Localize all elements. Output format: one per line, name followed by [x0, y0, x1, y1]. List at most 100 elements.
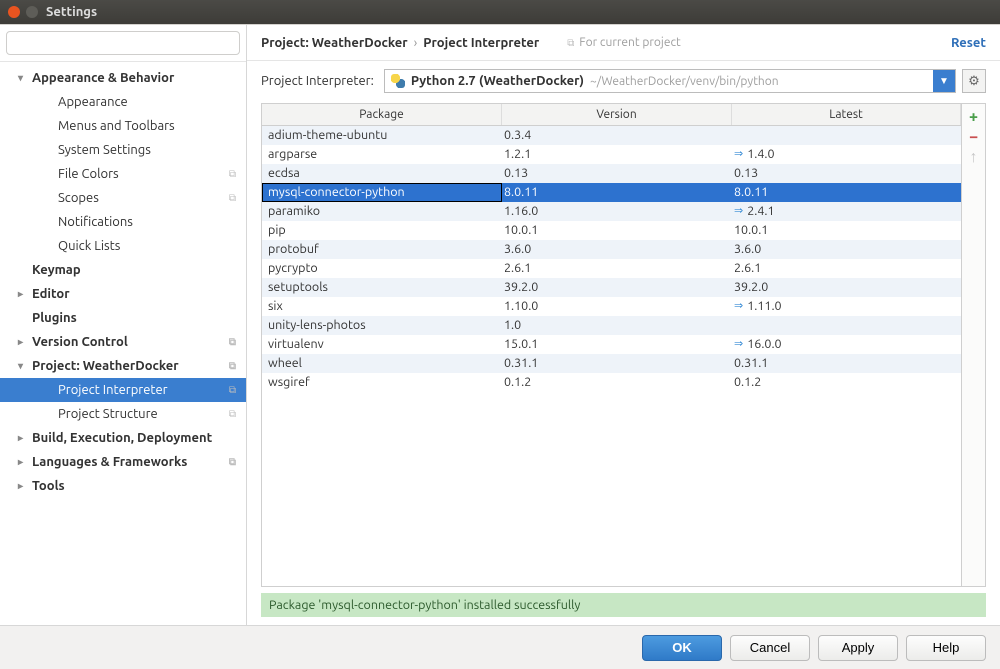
table-row[interactable]: pip10.0.110.0.1 — [262, 221, 961, 240]
package-name: wsgiref — [262, 373, 502, 392]
window-minimize-icon[interactable] — [26, 6, 38, 18]
tree-item[interactable]: Appearance — [0, 90, 246, 114]
for-current-project-label: ⧉For current project — [563, 36, 681, 49]
package-name: argparse — [262, 145, 502, 164]
help-button[interactable]: Help — [906, 635, 986, 661]
tree-caret-icon: ▸ — [18, 480, 30, 492]
package-latest: 8.0.11 — [732, 183, 961, 202]
table-row[interactable]: ecdsa0.130.13 — [262, 164, 961, 183]
packages-table[interactable]: Package Version Latest adium-theme-ubunt… — [262, 104, 961, 586]
project-scope-icon: ⧉ — [229, 408, 236, 420]
package-name: unity-lens-photos — [262, 316, 502, 335]
tree-item[interactable]: Scopes⧉ — [0, 186, 246, 210]
cancel-button[interactable]: Cancel — [730, 635, 810, 661]
ok-button[interactable]: OK — [642, 635, 722, 661]
table-row[interactable]: argparse1.2.1⇒1.4.0 — [262, 145, 961, 164]
tree-item[interactable]: Menus and Toolbars — [0, 114, 246, 138]
window-close-icon[interactable] — [8, 6, 20, 18]
upgrade-available-icon: ⇒ — [734, 145, 743, 164]
dialog-button-bar: OK Cancel Apply Help — [0, 625, 1000, 669]
package-version: 3.6.0 — [502, 240, 732, 259]
package-latest — [732, 126, 961, 145]
tree-item[interactable]: Plugins — [0, 306, 246, 330]
tree-item-label: Project Structure — [58, 407, 158, 421]
package-name: paramiko — [262, 202, 502, 221]
tree-item[interactable]: Quick Lists — [0, 234, 246, 258]
gear-icon[interactable]: ⚙ — [962, 69, 986, 93]
package-name: mysql-connector-python — [262, 183, 502, 202]
tree-item[interactable]: ▸Build, Execution, Deployment — [0, 426, 246, 450]
apply-button[interactable]: Apply — [818, 635, 898, 661]
tree-item-label: Languages & Frameworks — [32, 455, 187, 469]
tree-item[interactable]: ▸Tools — [0, 474, 246, 498]
package-version: 39.2.0 — [502, 278, 732, 297]
table-row[interactable]: adium-theme-ubuntu0.3.4 — [262, 126, 961, 145]
table-row[interactable]: wheel0.31.10.31.1 — [262, 354, 961, 373]
tree-item-label: Quick Lists — [58, 239, 120, 253]
tree-item[interactable]: ▸Languages & Frameworks ⧉ — [0, 450, 246, 474]
tree-item-label: Notifications — [58, 215, 133, 229]
tree-item[interactable]: Project Interpreter ⧉ — [0, 378, 246, 402]
window-title: Settings — [46, 5, 97, 19]
tree-item-label: Appearance — [58, 95, 128, 109]
add-package-icon[interactable]: + — [969, 108, 978, 126]
upgrade-available-icon: ⇒ — [734, 202, 743, 221]
tree-item-label: Tools — [32, 479, 65, 493]
table-header: Package Version Latest — [262, 104, 961, 126]
tree-item-label: Project: WeatherDocker — [32, 359, 179, 373]
search-input[interactable] — [6, 31, 240, 55]
table-row[interactable]: six1.10.0⇒1.11.0 — [262, 297, 961, 316]
interpreter-label: Project Interpreter: — [261, 74, 374, 88]
project-scope-icon: ⧉ — [229, 336, 236, 348]
project-scope-icon: ⧉ — [229, 384, 236, 396]
tree-item-label: Keymap — [32, 263, 81, 277]
tree-item[interactable]: ▸Version Control⧉ — [0, 330, 246, 354]
tree-item[interactable]: File Colors⧉ — [0, 162, 246, 186]
upgrade-available-icon: ⇒ — [734, 335, 743, 354]
package-version: 0.13 — [502, 164, 732, 183]
title-bar: Settings — [0, 0, 1000, 24]
tree-caret-icon: ▸ — [18, 456, 30, 468]
project-scope-icon: ⧉ — [229, 168, 236, 180]
chevron-right-icon: › — [414, 36, 418, 50]
chevron-down-icon[interactable]: ▼ — [933, 70, 955, 92]
interpreter-dropdown[interactable]: Python 2.7 (WeatherDocker) ~/WeatherDock… — [384, 69, 956, 93]
settings-tree[interactable]: ▾Appearance & Behavior Appearance Menus an… — [0, 62, 246, 625]
package-name: six — [262, 297, 502, 316]
tree-item[interactable]: Notifications — [0, 210, 246, 234]
remove-package-icon[interactable]: − — [969, 128, 978, 146]
tree-item[interactable]: ▾Project: WeatherDocker⧉ — [0, 354, 246, 378]
upgrade-package-icon[interactable]: ↑ — [970, 148, 978, 166]
table-row[interactable]: paramiko1.16.0⇒2.4.1 — [262, 202, 961, 221]
table-row[interactable]: protobuf3.6.03.6.0 — [262, 240, 961, 259]
breadcrumb: Project: WeatherDocker › Project Interpr… — [247, 25, 1000, 61]
table-row[interactable]: virtualenv15.0.1⇒16.0.0 — [262, 335, 961, 354]
table-row[interactable]: pycrypto2.6.12.6.1 — [262, 259, 961, 278]
package-version: 1.0 — [502, 316, 732, 335]
table-row[interactable]: unity-lens-photos1.0 — [262, 316, 961, 335]
tree-caret-icon: ▾ — [18, 72, 30, 84]
package-name: protobuf — [262, 240, 502, 259]
package-latest: ⇒1.4.0 — [732, 145, 961, 164]
package-latest: ⇒16.0.0 — [732, 335, 961, 354]
tree-item[interactable]: System Settings — [0, 138, 246, 162]
tree-item[interactable]: ▸Editor — [0, 282, 246, 306]
project-scope-icon: ⧉ — [229, 456, 236, 468]
status-message: Package 'mysql-connector-python' install… — [261, 593, 986, 617]
package-version: 8.0.11 — [502, 183, 732, 202]
package-latest: ⇒1.11.0 — [732, 297, 961, 316]
table-row[interactable]: wsgiref0.1.20.1.2 — [262, 373, 961, 392]
table-row[interactable]: setuptools39.2.039.2.0 — [262, 278, 961, 297]
package-version: 15.0.1 — [502, 335, 732, 354]
reset-link[interactable]: Reset — [951, 36, 986, 50]
tree-caret-icon: ▸ — [18, 432, 30, 444]
upgrade-available-icon: ⇒ — [734, 297, 743, 316]
table-row[interactable]: mysql-connector-python8.0.118.0.11 — [262, 183, 961, 202]
tree-item[interactable]: ▾Appearance & Behavior — [0, 66, 246, 90]
tree-item-label: Project Interpreter — [58, 383, 168, 397]
tree-item[interactable]: Keymap — [0, 258, 246, 282]
package-version: 0.3.4 — [502, 126, 732, 145]
package-version: 1.16.0 — [502, 202, 732, 221]
tree-item-label: System Settings — [58, 143, 151, 157]
tree-item[interactable]: Project Structure ⧉ — [0, 402, 246, 426]
